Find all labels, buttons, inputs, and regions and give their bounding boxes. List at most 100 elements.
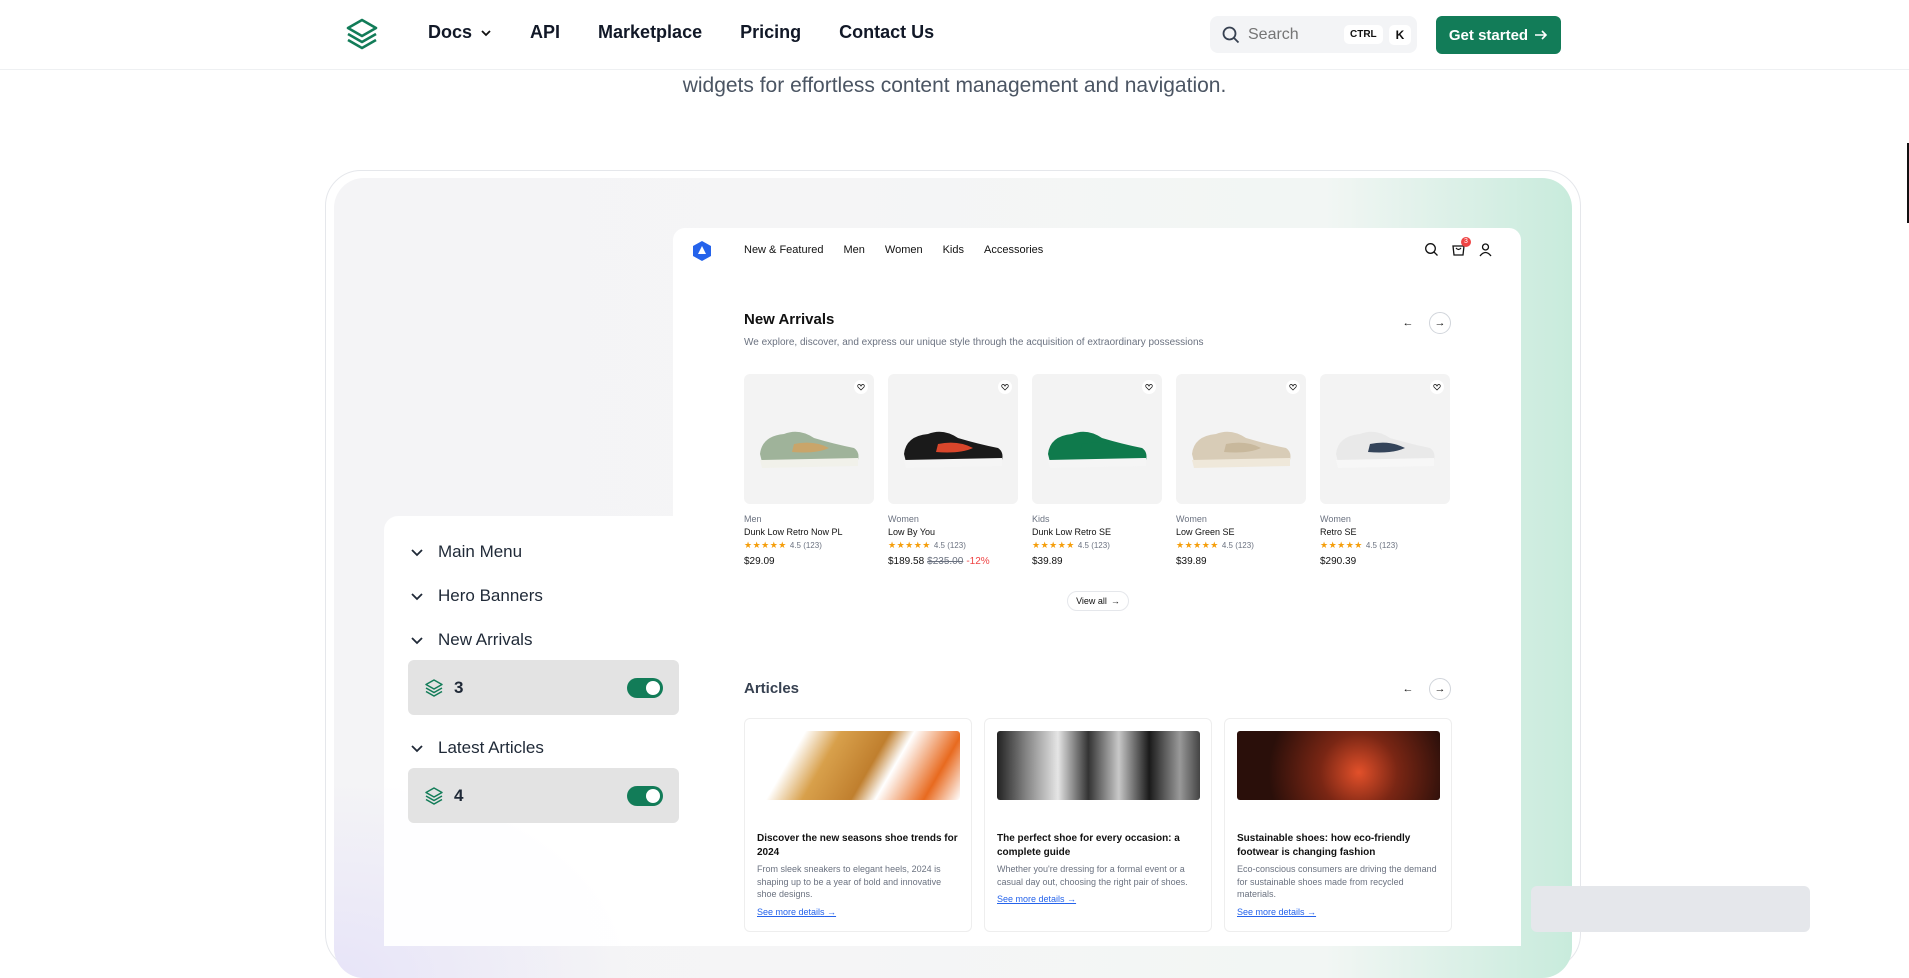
new-arrivals-next-button[interactable]: →: [1429, 312, 1451, 334]
article-title[interactable]: Discover the new seasons shoe trends for…: [757, 832, 959, 859]
rating-stars-icon: ★★★★★: [1032, 540, 1075, 550]
product-name[interactable]: Dunk Low Retro SE: [1032, 527, 1162, 537]
article-excerpt: Whether you're dressing for a formal eve…: [997, 864, 1188, 887]
cart-count-badge: 3: [1461, 237, 1471, 247]
see-more-label: See more details: [997, 894, 1065, 905]
price: $290.39: [1320, 556, 1357, 567]
wishlist-heart-icon[interactable]: [1142, 380, 1156, 394]
articles-arrows: ← →: [1397, 678, 1451, 700]
user-icon[interactable]: [1478, 242, 1493, 257]
article-list: Discover the new seasons shoe trends for…: [744, 718, 1452, 932]
arrow-right-icon: →: [1110, 596, 1120, 606]
get-started-button[interactable]: Get started: [1436, 16, 1561, 54]
product-rating: ★★★★★ 4.5 (123): [888, 540, 1018, 551]
product-card[interactable]: Men Dunk Low Retro Now PL ★★★★★ 4.5 (123)…: [744, 374, 874, 567]
product-name[interactable]: Low Green SE: [1176, 527, 1306, 537]
wishlist-heart-icon[interactable]: [1430, 380, 1444, 394]
old-price: $235.00: [927, 556, 964, 567]
product-card[interactable]: Women Low Green SE ★★★★★ 4.5 (123) $39.89: [1176, 374, 1306, 567]
accordion-hero-banners[interactable]: Hero Banners: [410, 586, 543, 606]
shoe-image: [760, 431, 859, 468]
layers-icon: [425, 678, 443, 697]
product-name[interactable]: Low By You: [888, 527, 1018, 537]
nav-pricing[interactable]: Pricing: [740, 22, 801, 43]
see-more-link[interactable]: See more details →: [1237, 907, 1316, 917]
view-all-button[interactable]: View all →: [1067, 591, 1129, 611]
shoe-image: [1192, 431, 1291, 468]
wishlist-heart-icon[interactable]: [854, 380, 868, 394]
shop-search-icon[interactable]: [1424, 242, 1439, 257]
nav-contact-us[interactable]: Contact Us: [839, 22, 934, 43]
see-more-link[interactable]: See more details →: [997, 894, 1076, 904]
product-category: Women: [888, 514, 919, 524]
search-icon: [1222, 26, 1240, 43]
nav-marketplace[interactable]: Marketplace: [598, 22, 702, 43]
wishlist-heart-icon[interactable]: [1286, 380, 1300, 394]
product-card[interactable]: Women Low By You ★★★★★ 4.5 (123) $189.58 $…: [888, 374, 1018, 567]
new-arrivals-arrows: ← →: [1397, 312, 1451, 334]
product-name[interactable]: Dunk Low Retro Now PL: [744, 527, 874, 537]
search-box[interactable]: CTRL K: [1210, 16, 1417, 53]
accordion-latest-articles-label: Latest Articles: [438, 738, 544, 757]
article-image[interactable]: [757, 731, 960, 800]
product-price: $39.89: [1176, 556, 1306, 567]
chevron-down-icon: [411, 745, 423, 753]
shop-nav: New & Featured Men Women Kids Accessorie…: [744, 244, 1043, 256]
article-title[interactable]: The perfect shoe for every occasion: a c…: [997, 832, 1199, 859]
shop-logo-icon[interactable]: [691, 240, 713, 262]
kbd-ctrl: CTRL: [1344, 25, 1383, 44]
accordion-new-arrivals[interactable]: New Arrivals: [410, 630, 532, 650]
product-category: Men: [744, 514, 762, 524]
article-image[interactable]: [1237, 731, 1440, 800]
latest-articles-toggle[interactable]: [627, 786, 663, 806]
product-card[interactable]: Kids Dunk Low Retro SE ★★★★★ 4.5 (123) $3…: [1032, 374, 1162, 567]
see-more-label: See more details: [1237, 906, 1305, 917]
product-image[interactable]: [888, 374, 1018, 504]
new-arrivals-toggle[interactable]: [627, 678, 663, 698]
shop-nav-kids[interactable]: Kids: [943, 244, 964, 256]
article-title[interactable]: Sustainable shoes: how eco-friendly foot…: [1237, 832, 1439, 859]
shop-nav-men[interactable]: Men: [843, 244, 864, 256]
shop-icons: 3: [1424, 237, 1493, 262]
nav-docs[interactable]: Docs: [428, 22, 492, 43]
article-card[interactable]: Discover the new seasons shoe trends for…: [744, 718, 972, 932]
see-more-link[interactable]: See more details →: [757, 907, 836, 917]
rating-text: 4.5 (123): [1221, 541, 1254, 550]
product-card[interactable]: Women Retro SE ★★★★★ 4.5 (123) $290.39: [1320, 374, 1450, 567]
search-input[interactable]: [1248, 25, 1338, 44]
get-started-label: Get started: [1448, 26, 1529, 44]
accordion-main-menu[interactable]: Main Menu: [410, 542, 522, 562]
product-image[interactable]: [1032, 374, 1162, 504]
product-image[interactable]: [1320, 374, 1450, 504]
article-card[interactable]: Sustainable shoes: how eco-friendly foot…: [1224, 718, 1452, 932]
articles-next-button[interactable]: →: [1429, 678, 1451, 700]
rating-text: 4.5 (123): [1365, 541, 1398, 550]
new-arrivals-prev-button[interactable]: ←: [1397, 312, 1419, 334]
shop-nav-accessories[interactable]: Accessories: [984, 244, 1043, 256]
product-name[interactable]: Retro SE: [1320, 527, 1450, 537]
shop-nav-new-featured[interactable]: New & Featured: [744, 244, 823, 256]
new-arrivals-item[interactable]: 3: [408, 660, 679, 715]
chevron-down-icon: [411, 549, 423, 557]
nav-api[interactable]: API: [530, 22, 560, 43]
toast-notification: [1531, 886, 1810, 932]
kbd-k: K: [1388, 24, 1412, 45]
article-image[interactable]: [997, 731, 1200, 800]
article-card[interactable]: The perfect shoe for every occasion: a c…: [984, 718, 1212, 932]
logo-icon[interactable]: [344, 17, 380, 53]
accordion-latest-articles[interactable]: Latest Articles: [410, 738, 544, 758]
product-price: $189.58 $235.00 -12%: [888, 556, 1018, 567]
product-price: $29.09: [744, 556, 874, 567]
shop-nav-women[interactable]: Women: [885, 244, 923, 256]
arrow-right-icon: [1535, 30, 1548, 40]
latest-articles-item[interactable]: 4: [408, 768, 679, 823]
cart-button[interactable]: 3: [1451, 237, 1471, 262]
product-image[interactable]: [1176, 374, 1306, 504]
shoe-image: [1048, 431, 1147, 468]
chevron-down-icon: [411, 593, 423, 601]
product-price: $39.89: [1032, 556, 1162, 567]
articles-prev-button[interactable]: ←: [1397, 678, 1419, 700]
rating-stars-icon: ★★★★★: [1320, 540, 1363, 550]
wishlist-heart-icon[interactable]: [998, 380, 1012, 394]
product-image[interactable]: [744, 374, 874, 504]
